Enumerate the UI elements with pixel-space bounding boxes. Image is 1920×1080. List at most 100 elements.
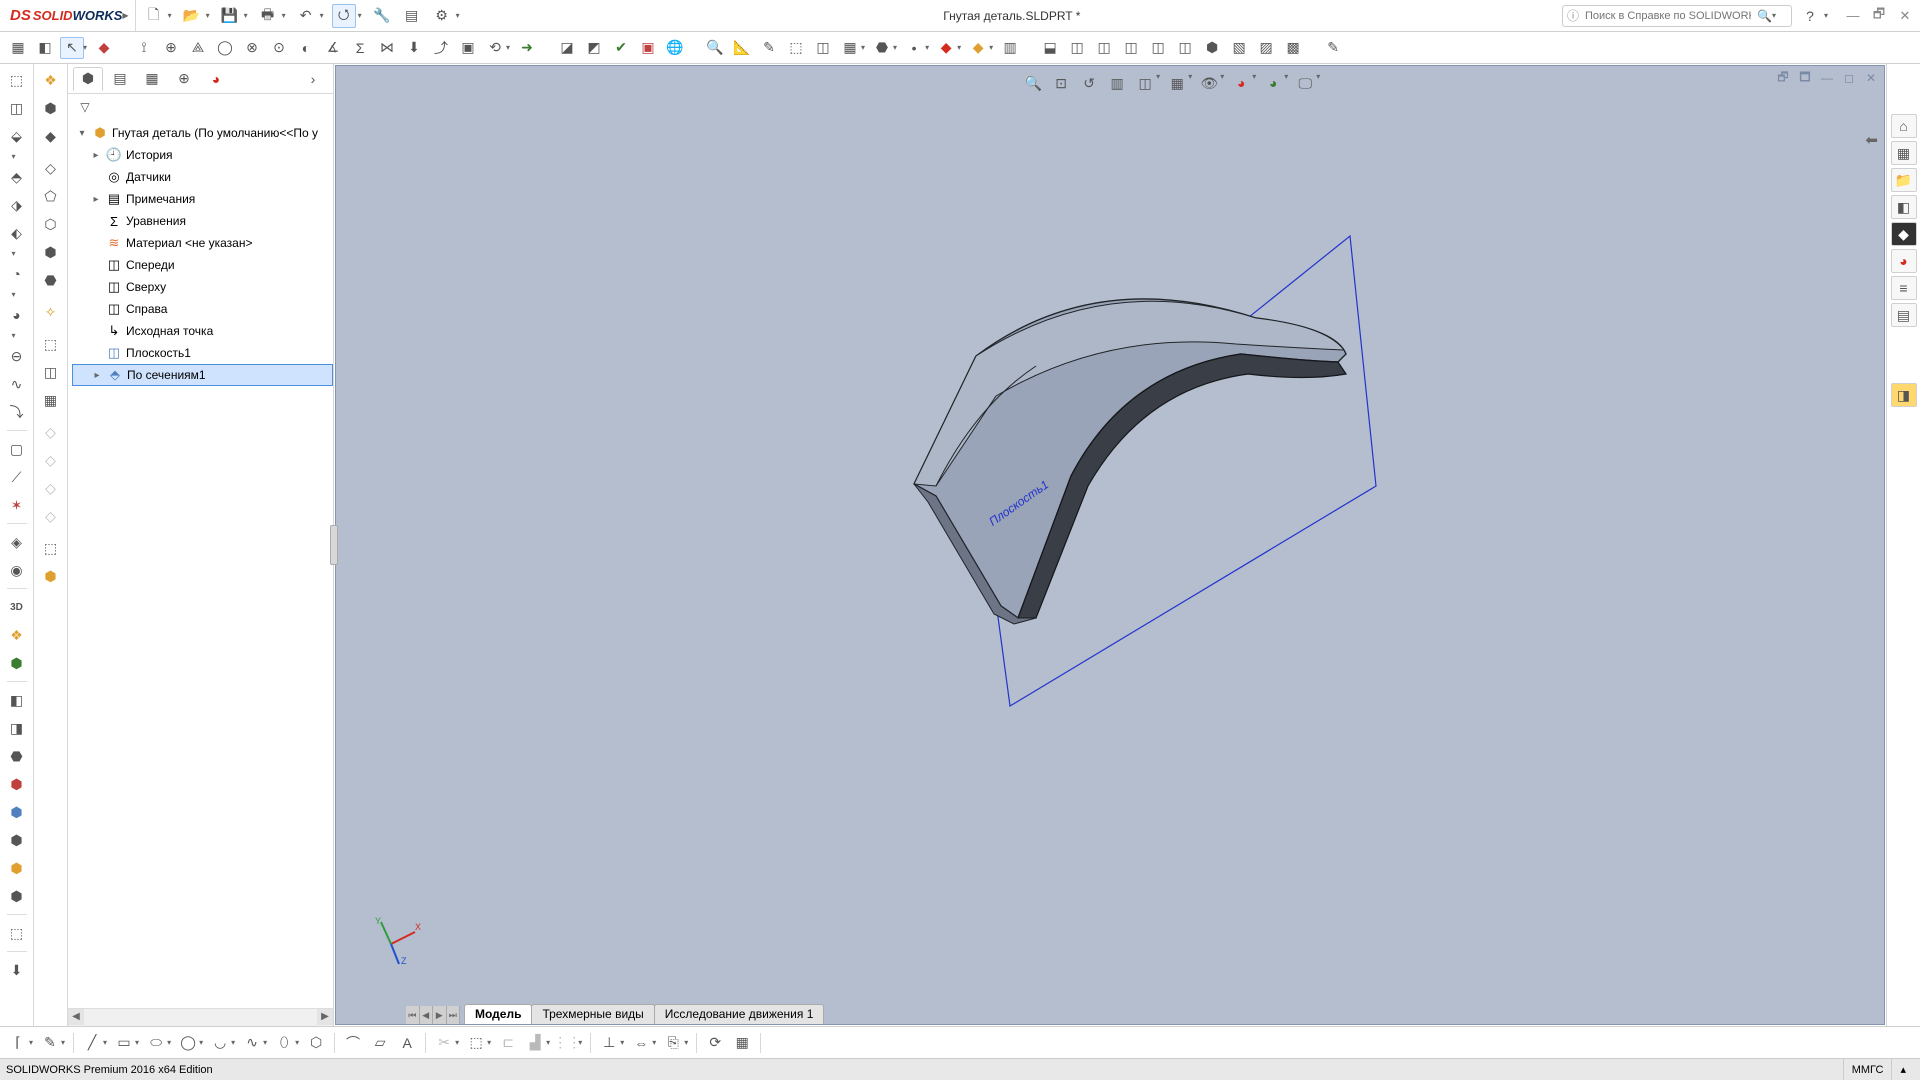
spline-icon[interactable]: ∿ — [240, 1031, 264, 1055]
restore-button[interactable]: 🗗 — [1870, 7, 1888, 25]
feat-icon[interactable]: ◫ — [4, 96, 30, 120]
tool-icon[interactable]: ✔ — [609, 37, 633, 59]
convert-icon[interactable]: ⬚ — [464, 1031, 488, 1055]
tool-icon[interactable]: ◩ — [582, 37, 606, 59]
tool-icon[interactable]: ◆ — [92, 37, 116, 59]
tool-icon[interactable]: ✎ — [757, 37, 781, 59]
cursor-icon[interactable]: ↖ — [60, 37, 84, 59]
view-icon[interactable]: ◨ — [1891, 383, 1917, 407]
dim-icon[interactable]: ⇔ — [629, 1031, 653, 1055]
feat-icon[interactable]: ⬇ — [4, 958, 30, 982]
options-icon[interactable]: ▤ — [400, 4, 424, 28]
feat-icon[interactable]: ⬢ — [4, 884, 30, 908]
tool-icon[interactable]: ⟲ — [483, 37, 507, 59]
tab-3dviews[interactable]: Трехмерные виды — [531, 1004, 654, 1024]
feat-icon[interactable]: ⬢ — [4, 800, 30, 824]
tool-icon[interactable]: ▦ — [6, 37, 30, 59]
feat-icon[interactable]: ⬣ — [39, 268, 63, 292]
help-icon[interactable]: ? — [1798, 4, 1822, 28]
tree-item[interactable]: Справа — [126, 302, 167, 316]
ellipse-icon[interactable]: ⬯ — [272, 1031, 296, 1055]
tool-icon[interactable]: • — [902, 37, 926, 59]
select-icon[interactable]: ⭯ — [332, 4, 356, 28]
feat-icon[interactable]: ◉ — [4, 558, 30, 582]
view-icon[interactable]: ≡ — [1891, 276, 1917, 300]
tool-icon[interactable]: 📐 — [730, 37, 754, 59]
feat-icon[interactable]: ⬚ — [39, 332, 63, 356]
feat-icon[interactable]: ⟋ — [4, 465, 30, 489]
tool-icon[interactable]: ◫ — [1146, 37, 1170, 59]
tool-icon[interactable]: ▣ — [636, 37, 660, 59]
tool-icon[interactable]: ➜ — [515, 37, 539, 59]
arc-icon[interactable]: ◡ — [208, 1031, 232, 1055]
feat-icon[interactable]: ⬙ — [4, 124, 30, 148]
graphics-viewport[interactable]: ⬅ 🔍 ⊡ ↺ ▥ ◫▾ ▦▾ 👁▾ ◕▾ ◕▾ 🖵▾ 🗗 🗖 — ◻ ✕ — [335, 65, 1885, 1025]
feat-icon[interactable]: ✶ — [4, 493, 30, 517]
undo-icon[interactable]: ↶ — [294, 4, 318, 28]
tab-config[interactable]: ▦ — [137, 67, 167, 91]
view-icon[interactable]: ▤ — [1891, 303, 1917, 327]
view-icon[interactable]: ◕ — [1891, 249, 1917, 273]
tool-icon[interactable]: ◆ — [934, 37, 958, 59]
mirror-icon[interactable]: ▟ — [523, 1031, 547, 1055]
tool-icon[interactable]: ⟁ — [186, 37, 210, 59]
status-units[interactable]: ММГС — [1843, 1059, 1892, 1080]
feat-icon[interactable]: ⬢ — [4, 772, 30, 796]
fillet-icon[interactable]: ⌒ — [341, 1031, 365, 1055]
tab-dim[interactable]: ⊕ — [169, 67, 199, 91]
view-icon[interactable]: ◧ — [1891, 195, 1917, 219]
tool-icon[interactable]: 🔍 — [703, 37, 727, 59]
feat-icon[interactable]: ⬡ — [39, 212, 63, 236]
trim-icon[interactable]: ✂ — [432, 1031, 456, 1055]
feat-icon[interactable]: ◔ — [4, 262, 30, 286]
feat-icon[interactable]: ⬢ — [39, 564, 63, 588]
feat-icon[interactable]: ⬚ — [4, 68, 30, 92]
save-icon[interactable]: 💾 — [218, 4, 242, 28]
feature-tree[interactable]: ▾⬢Гнутая деталь (По умолчанию<<По у ▸🕘Ис… — [68, 120, 333, 1008]
feat-icon[interactable]: ⤵ — [4, 400, 30, 424]
tool-icon[interactable]: ◫ — [811, 37, 835, 59]
tool-icon[interactable]: ⬣ — [870, 37, 894, 59]
feat-icon[interactable]: ◨ — [4, 716, 30, 740]
search-input[interactable] — [1583, 9, 1753, 23]
rebuild-icon[interactable]: 🔧 — [370, 4, 394, 28]
feat-icon[interactable]: ⬖ — [4, 221, 30, 245]
tool-icon[interactable]: ◆ — [966, 37, 990, 59]
tab-motion[interactable]: Исследование движения 1 — [654, 1004, 825, 1024]
feat-icon[interactable]: ❖ — [4, 623, 30, 647]
rect-icon[interactable]: ▭ — [112, 1031, 136, 1055]
tool-icon[interactable]: ⟟ — [132, 37, 156, 59]
tool-icon[interactable]: Σ — [348, 37, 372, 59]
filter-icon[interactable]: ▽ — [74, 97, 96, 117]
tab-more[interactable]: › — [298, 67, 328, 91]
tool-icon[interactable]: ▦ — [838, 37, 862, 59]
tool-icon[interactable]: ◫ — [1119, 37, 1143, 59]
tree-item[interactable]: Примечания — [126, 192, 195, 206]
orientation-triad[interactable]: X Y Z — [371, 914, 421, 964]
feat-icon[interactable]: ◆ — [39, 124, 63, 148]
app-logo[interactable]: DSSOLIDWORKS ▶ — [6, 0, 136, 31]
feat-icon[interactable]: ∿ — [4, 372, 30, 396]
feat-icon[interactable]: ◈ — [4, 530, 30, 554]
slot-icon[interactable]: ⬭ — [144, 1031, 168, 1055]
tree-item[interactable]: Материал <не указан> — [126, 236, 252, 250]
tool-icon[interactable]: ⋈ — [375, 37, 399, 59]
tool-icon[interactable]: ⬚ — [784, 37, 808, 59]
feat-icon[interactable]: ⬚ — [39, 536, 63, 560]
new-icon[interactable]: 🗋 — [142, 4, 166, 28]
tool-icon[interactable]: ◧ — [33, 37, 57, 59]
polygon-icon[interactable]: ⬡ — [304, 1031, 328, 1055]
close-button[interactable]: ✕ — [1896, 7, 1914, 25]
home-view-icon[interactable]: ⌂ — [1891, 114, 1917, 138]
tool-icon[interactable]: 🌐 — [663, 37, 687, 59]
view-icon[interactable]: ▦ — [1891, 141, 1917, 165]
feat-icon[interactable]: ◇ — [39, 156, 63, 180]
panel-hscroll[interactable]: ◀▶ — [68, 1008, 333, 1026]
view-icon[interactable]: 📁 — [1891, 168, 1917, 192]
tool-icon[interactable]: ⊙ — [267, 37, 291, 59]
tool-icon[interactable]: ⤴ — [429, 37, 453, 59]
tool-icon[interactable]: ⬢ — [1200, 37, 1224, 59]
tree-item[interactable]: Спереди — [126, 258, 175, 272]
feat-icon[interactable]: ◇ — [39, 448, 63, 472]
tool-icon[interactable]: ⬓ — [1038, 37, 1062, 59]
